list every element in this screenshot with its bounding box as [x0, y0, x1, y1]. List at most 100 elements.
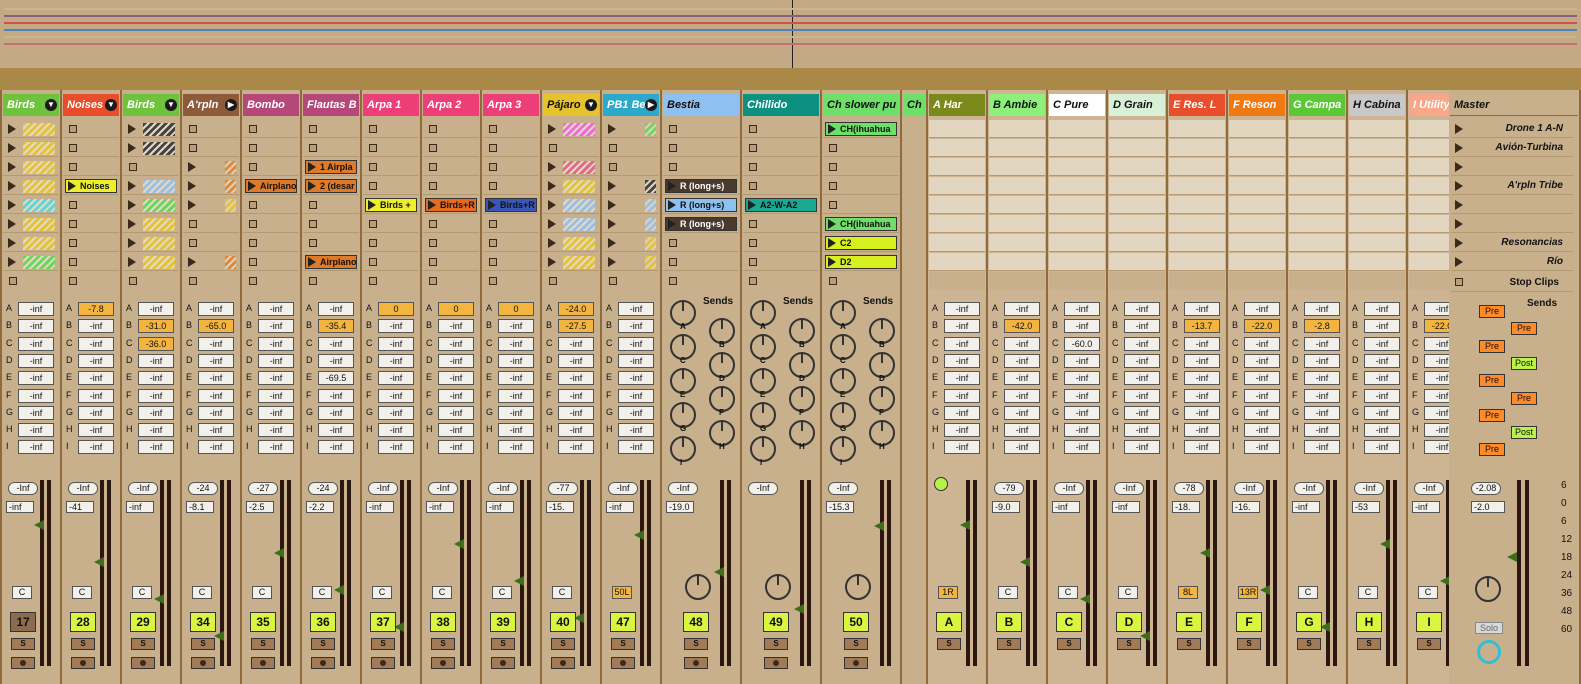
stop-button-icon[interactable]: [429, 125, 437, 133]
pre-post-toggle[interactable]: Pre: [1511, 322, 1537, 336]
arm-button[interactable]: [311, 657, 335, 669]
clip-slot[interactable]: [123, 120, 179, 138]
arrangement-overview[interactable]: [0, 0, 1581, 68]
send-amount-field[interactable]: -inf: [1064, 353, 1100, 368]
clip-slot[interactable]: [663, 139, 739, 157]
fold-icon[interactable]: ▼: [585, 99, 597, 111]
clip-slot[interactable]: [363, 120, 419, 138]
pan-field[interactable]: C: [312, 586, 332, 599]
send-amount-field[interactable]: -inf: [1124, 440, 1160, 455]
clip-placeholder[interactable]: [563, 256, 595, 269]
send-amount-field[interactable]: -inf: [138, 371, 174, 386]
stop-button-icon[interactable]: [249, 125, 257, 133]
volume-fader-handle[interactable]: [960, 520, 970, 530]
stop-slot[interactable]: [243, 272, 299, 290]
clip-slot[interactable]: [663, 120, 739, 138]
clip-slot[interactable]: [123, 139, 179, 157]
volume-field[interactable]: -inf: [606, 501, 634, 513]
clip-slot[interactable]: [1229, 234, 1285, 252]
stop-button-icon[interactable]: [669, 277, 677, 285]
stop-button-icon[interactable]: [69, 125, 77, 133]
send-amount-field[interactable]: -inf: [318, 440, 354, 455]
clip-slot[interactable]: [423, 215, 479, 233]
volume-readout[interactable]: -Inf: [668, 482, 698, 495]
volume-field[interactable]: -2.5: [246, 501, 274, 513]
volume-field[interactable]: -9.0: [992, 501, 1020, 513]
solo-button[interactable]: S: [844, 638, 868, 650]
clip-slot[interactable]: [123, 177, 179, 195]
clip-slot[interactable]: [1049, 158, 1105, 176]
clip-slot[interactable]: [243, 196, 299, 214]
track-activator-button[interactable]: A: [936, 612, 962, 632]
track-title[interactable]: G Campa: [1289, 94, 1345, 116]
send-amount-field[interactable]: -inf: [498, 388, 534, 403]
send-amount-field[interactable]: -inf: [1124, 319, 1160, 334]
play-icon[interactable]: [608, 219, 616, 229]
pre-post-toggle[interactable]: Pre: [1511, 391, 1537, 405]
clip-slot[interactable]: [303, 215, 359, 233]
clip-placeholder[interactable]: [645, 123, 656, 136]
clip-slot[interactable]: [989, 253, 1045, 271]
stop-button-icon[interactable]: [309, 125, 317, 133]
scene-row[interactable]: [1451, 215, 1573, 233]
solo-button[interactable]: S: [311, 638, 335, 650]
stop-button-icon[interactable]: [829, 144, 837, 152]
send-amount-field[interactable]: -inf: [1244, 440, 1280, 455]
send-amount-field[interactable]: -inf: [1304, 405, 1340, 420]
send-amount-field[interactable]: -31.0: [138, 319, 174, 334]
scene-launch-icon[interactable]: [1455, 200, 1463, 210]
solo-button[interactable]: S: [684, 638, 708, 650]
volume-field[interactable]: -19.0: [666, 501, 694, 513]
stop-slot[interactable]: [663, 272, 739, 290]
send-amount-field[interactable]: -inf: [1184, 336, 1220, 351]
send-amount-field[interactable]: -inf: [1184, 440, 1220, 455]
volume-field[interactable]: -41: [66, 501, 94, 513]
solo-button[interactable]: S: [11, 638, 35, 650]
send-amount-field[interactable]: -inf: [944, 353, 980, 368]
volume-fader-handle[interactable]: [1020, 557, 1030, 567]
clip-slot[interactable]: [1169, 253, 1225, 271]
track-title[interactable]: H Cabina: [1349, 94, 1405, 116]
clip-slot[interactable]: [1109, 120, 1165, 138]
clip-slot[interactable]: [363, 215, 419, 233]
pan-field[interactable]: C: [372, 586, 392, 599]
stop-slot[interactable]: [1049, 272, 1105, 290]
track-title[interactable]: Ch slower pu: [823, 94, 899, 116]
send-amount-field[interactable]: -inf: [138, 353, 174, 368]
clip-slot[interactable]: [483, 139, 539, 157]
clip-slot[interactable]: [183, 139, 239, 157]
clip-slot[interactable]: R (long+s): [663, 196, 739, 214]
volume-field[interactable]: -inf: [366, 501, 394, 513]
send-amount-field[interactable]: -inf: [18, 371, 54, 386]
send-amount-field[interactable]: -inf: [378, 440, 414, 455]
clip-play-icon[interactable]: [68, 181, 76, 191]
play-icon[interactable]: [8, 124, 16, 134]
stop-button-icon[interactable]: [369, 125, 377, 133]
stop-button-icon[interactable]: [249, 201, 257, 209]
clip-placeholder[interactable]: [23, 256, 55, 269]
clip-slot[interactable]: [1289, 215, 1345, 233]
clip-slot[interactable]: [423, 177, 479, 195]
clip-slot[interactable]: [243, 253, 299, 271]
send-amount-field[interactable]: -inf: [558, 353, 594, 368]
pan-knob[interactable]: [685, 574, 711, 600]
volume-readout[interactable]: -27: [248, 482, 278, 495]
stop-button-icon[interactable]: [129, 277, 137, 285]
send-amount-field[interactable]: -inf: [198, 371, 234, 386]
clip-placeholder[interactable]: [645, 180, 656, 193]
track-activator-button[interactable]: I: [1416, 612, 1442, 632]
clip-slot[interactable]: [3, 253, 59, 271]
stop-button-icon[interactable]: [749, 125, 757, 133]
send-amount-field[interactable]: -inf: [18, 440, 54, 455]
track-activator-button[interactable]: 47: [610, 612, 636, 632]
clip-slot[interactable]: [3, 215, 59, 233]
stop-button-icon[interactable]: [1455, 278, 1463, 286]
clip[interactable]: Noises: [65, 179, 117, 193]
stop-slot[interactable]: [123, 272, 179, 290]
stop-button-icon[interactable]: [369, 239, 377, 247]
clip-slot[interactable]: [3, 139, 59, 157]
pan-field[interactable]: C: [252, 586, 272, 599]
clip-slot[interactable]: [929, 177, 985, 195]
clip-slot[interactable]: [603, 120, 659, 138]
track-activator-button[interactable]: 35: [250, 612, 276, 632]
